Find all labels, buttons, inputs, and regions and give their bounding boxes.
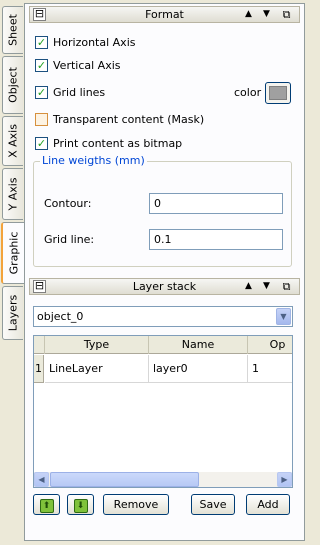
layer-stack-header: ⊟ Layer stack ▲ ▼ ⧉: [29, 278, 300, 295]
tab-x-axis-label: X Axis: [6, 124, 20, 158]
layer-move-down-icon[interactable]: ▼: [260, 280, 273, 293]
print-bitmap-checkbox[interactable]: ✓: [35, 137, 48, 150]
grid-lines-checkbox[interactable]: ✓: [35, 86, 48, 99]
move-layer-down-button[interactable]: ⬇: [67, 494, 94, 515]
tab-sheet[interactable]: Sheet: [2, 6, 23, 54]
table-cell-op[interactable]: 1: [248, 355, 292, 383]
format-move-up-icon[interactable]: ▲: [242, 8, 255, 21]
table-header: Type Name Op: [34, 336, 292, 354]
column-header-op[interactable]: Op: [248, 336, 292, 354]
save-button[interactable]: Save: [191, 494, 235, 515]
tab-sheet-label: Sheet: [6, 14, 20, 46]
transparent-content-label: Transparent content (Mask): [53, 113, 205, 126]
row-header[interactable]: 1: [34, 355, 44, 383]
tab-graphic[interactable]: Graphic: [1, 222, 24, 284]
format-panel-header: ⊟ Format ▲ ▼ ⧉: [29, 6, 300, 23]
format-restore-icon[interactable]: ⧉: [280, 8, 293, 21]
arrow-down-icon: ⬇: [73, 499, 88, 513]
format-panel-title: Format: [145, 8, 184, 21]
object-select-value: object_0: [37, 310, 84, 323]
scroll-right-icon[interactable]: ▶: [277, 472, 292, 487]
color-picker-button[interactable]: [265, 82, 291, 104]
corner-header: [34, 336, 45, 354]
main-panel: ⊟ Format ▲ ▼ ⧉ ✓ Horizontal Axis ✓ Verti…: [24, 3, 305, 541]
add-button[interactable]: Add: [246, 494, 290, 515]
grid-line-label: Grid line:: [44, 233, 95, 246]
layer-move-up-icon[interactable]: ▲: [242, 280, 255, 293]
remove-button[interactable]: Remove: [103, 494, 169, 515]
tab-object-label: Object: [6, 67, 20, 103]
line-weights-legend: Line weigths (mm): [40, 154, 147, 167]
move-layer-up-button[interactable]: ⬆: [33, 494, 60, 515]
scroll-left-icon[interactable]: ◀: [34, 472, 49, 487]
grid-line-input[interactable]: 0.1: [149, 229, 283, 250]
horizontal-axis-checkbox[interactable]: ✓: [35, 36, 48, 49]
tab-y-axis-label: Y Axis: [6, 177, 20, 211]
vertical-axis-label: Vertical Axis: [53, 59, 121, 72]
column-header-name[interactable]: Name: [149, 336, 248, 354]
tab-object[interactable]: Object: [2, 56, 23, 114]
print-bitmap-label: Print content as bitmap: [53, 137, 183, 150]
tab-y-axis[interactable]: Y Axis: [2, 168, 23, 220]
contour-input[interactable]: 0: [149, 193, 283, 214]
color-label: color: [234, 86, 262, 99]
line-weights-group: Line weigths (mm) Contour: 0 Grid line: …: [33, 154, 292, 267]
color-swatch: [269, 86, 287, 100]
tab-layers-label: Layers: [6, 294, 20, 332]
layer-restore-icon[interactable]: ⧉: [280, 280, 293, 293]
layer-stack-title: Layer stack: [132, 280, 197, 293]
transparent-content-checkbox[interactable]: [35, 113, 48, 126]
column-header-type[interactable]: Type: [45, 336, 149, 354]
tab-x-axis[interactable]: X Axis: [2, 116, 23, 166]
tab-layers[interactable]: Layers: [2, 286, 23, 340]
scrollbar-thumb[interactable]: [50, 472, 199, 487]
chevron-down-icon[interactable]: ▼: [276, 308, 291, 325]
grid-lines-label: Grid lines: [53, 86, 106, 99]
side-tab-strip: Sheet Object X Axis Y Axis Graphic Layer…: [0, 0, 24, 545]
horizontal-axis-label: Horizontal Axis: [53, 36, 136, 49]
object-select[interactable]: object_0 ▼: [33, 306, 293, 327]
table-cell-name[interactable]: layer0: [149, 355, 248, 383]
table-cell-type[interactable]: LineLayer: [45, 355, 149, 383]
horizontal-scrollbar[interactable]: ◀ ▶: [34, 472, 292, 487]
format-move-down-icon[interactable]: ▼: [260, 8, 273, 21]
arrow-up-icon: ⬆: [39, 499, 54, 513]
layer-table: Type Name Op 1 LineLayer layer0 1 ◀ ▶: [33, 335, 293, 488]
tab-graphic-label: Graphic: [7, 231, 20, 275]
contour-label: Contour:: [44, 197, 92, 210]
vertical-axis-checkbox[interactable]: ✓: [35, 59, 48, 72]
